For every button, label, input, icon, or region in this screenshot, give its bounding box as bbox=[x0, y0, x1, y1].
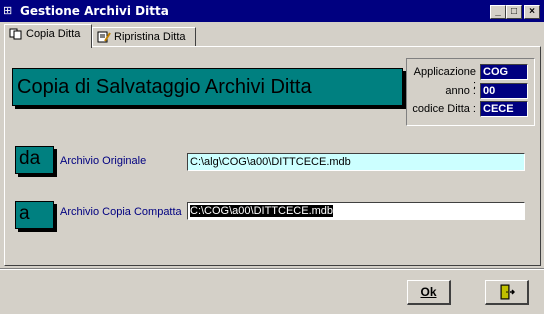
tab-ripristina-ditta-label: Ripristina Ditta bbox=[114, 31, 186, 43]
minimize-button[interactable]: _ bbox=[490, 5, 506, 19]
tab-copia-ditta[interactable]: Copia Ditta bbox=[4, 24, 92, 48]
dest-path-selected-text: C:\COG\a00\DITTCECE.mdb bbox=[190, 205, 334, 217]
codice-ditta-label: codice Ditta : bbox=[412, 103, 476, 115]
source-label: Archivio Originale bbox=[60, 155, 147, 167]
source-badge: da bbox=[15, 146, 54, 174]
dest-badge: a bbox=[15, 201, 54, 229]
copy-icon bbox=[9, 28, 23, 40]
tab-ripristina-ditta[interactable]: Ripristina Ditta bbox=[92, 27, 196, 47]
anno-value: 00 bbox=[480, 83, 528, 99]
dest-path-field[interactable]: C:\COG\a00\DITTCECE.mdb bbox=[187, 202, 525, 220]
title-bar: ⊞ Gestione Archivi Ditta _ □ × bbox=[0, 0, 544, 22]
tab-copia-ditta-label: Copia Ditta bbox=[26, 28, 81, 40]
exit-door-icon bbox=[499, 284, 515, 307]
applicazione-value: COG bbox=[480, 64, 528, 80]
tab-strip: Copia Ditta Ripristina Ditta bbox=[2, 24, 542, 48]
exit-button[interactable] bbox=[485, 280, 529, 305]
ok-button-label: Ok bbox=[420, 285, 437, 299]
source-path-field[interactable]: C:\alg\COG\a00\DITTCECE.mdb bbox=[187, 153, 525, 171]
maximize-button[interactable]: □ bbox=[506, 5, 522, 19]
window-title: Gestione Archivi Ditta bbox=[20, 4, 169, 18]
restore-icon bbox=[97, 31, 111, 43]
anno-label: anno : bbox=[445, 85, 476, 97]
close-button[interactable]: × bbox=[524, 5, 540, 19]
section-title: Copia di Salvataggio Archivi Ditta bbox=[12, 68, 403, 106]
codice-ditta-value: CECE bbox=[480, 101, 528, 117]
ok-button[interactable]: Ok bbox=[407, 280, 451, 305]
dest-label: Archivio Copia Compatta bbox=[60, 206, 182, 218]
separator bbox=[0, 268, 544, 270]
app-icon: ⊞ bbox=[3, 5, 13, 17]
